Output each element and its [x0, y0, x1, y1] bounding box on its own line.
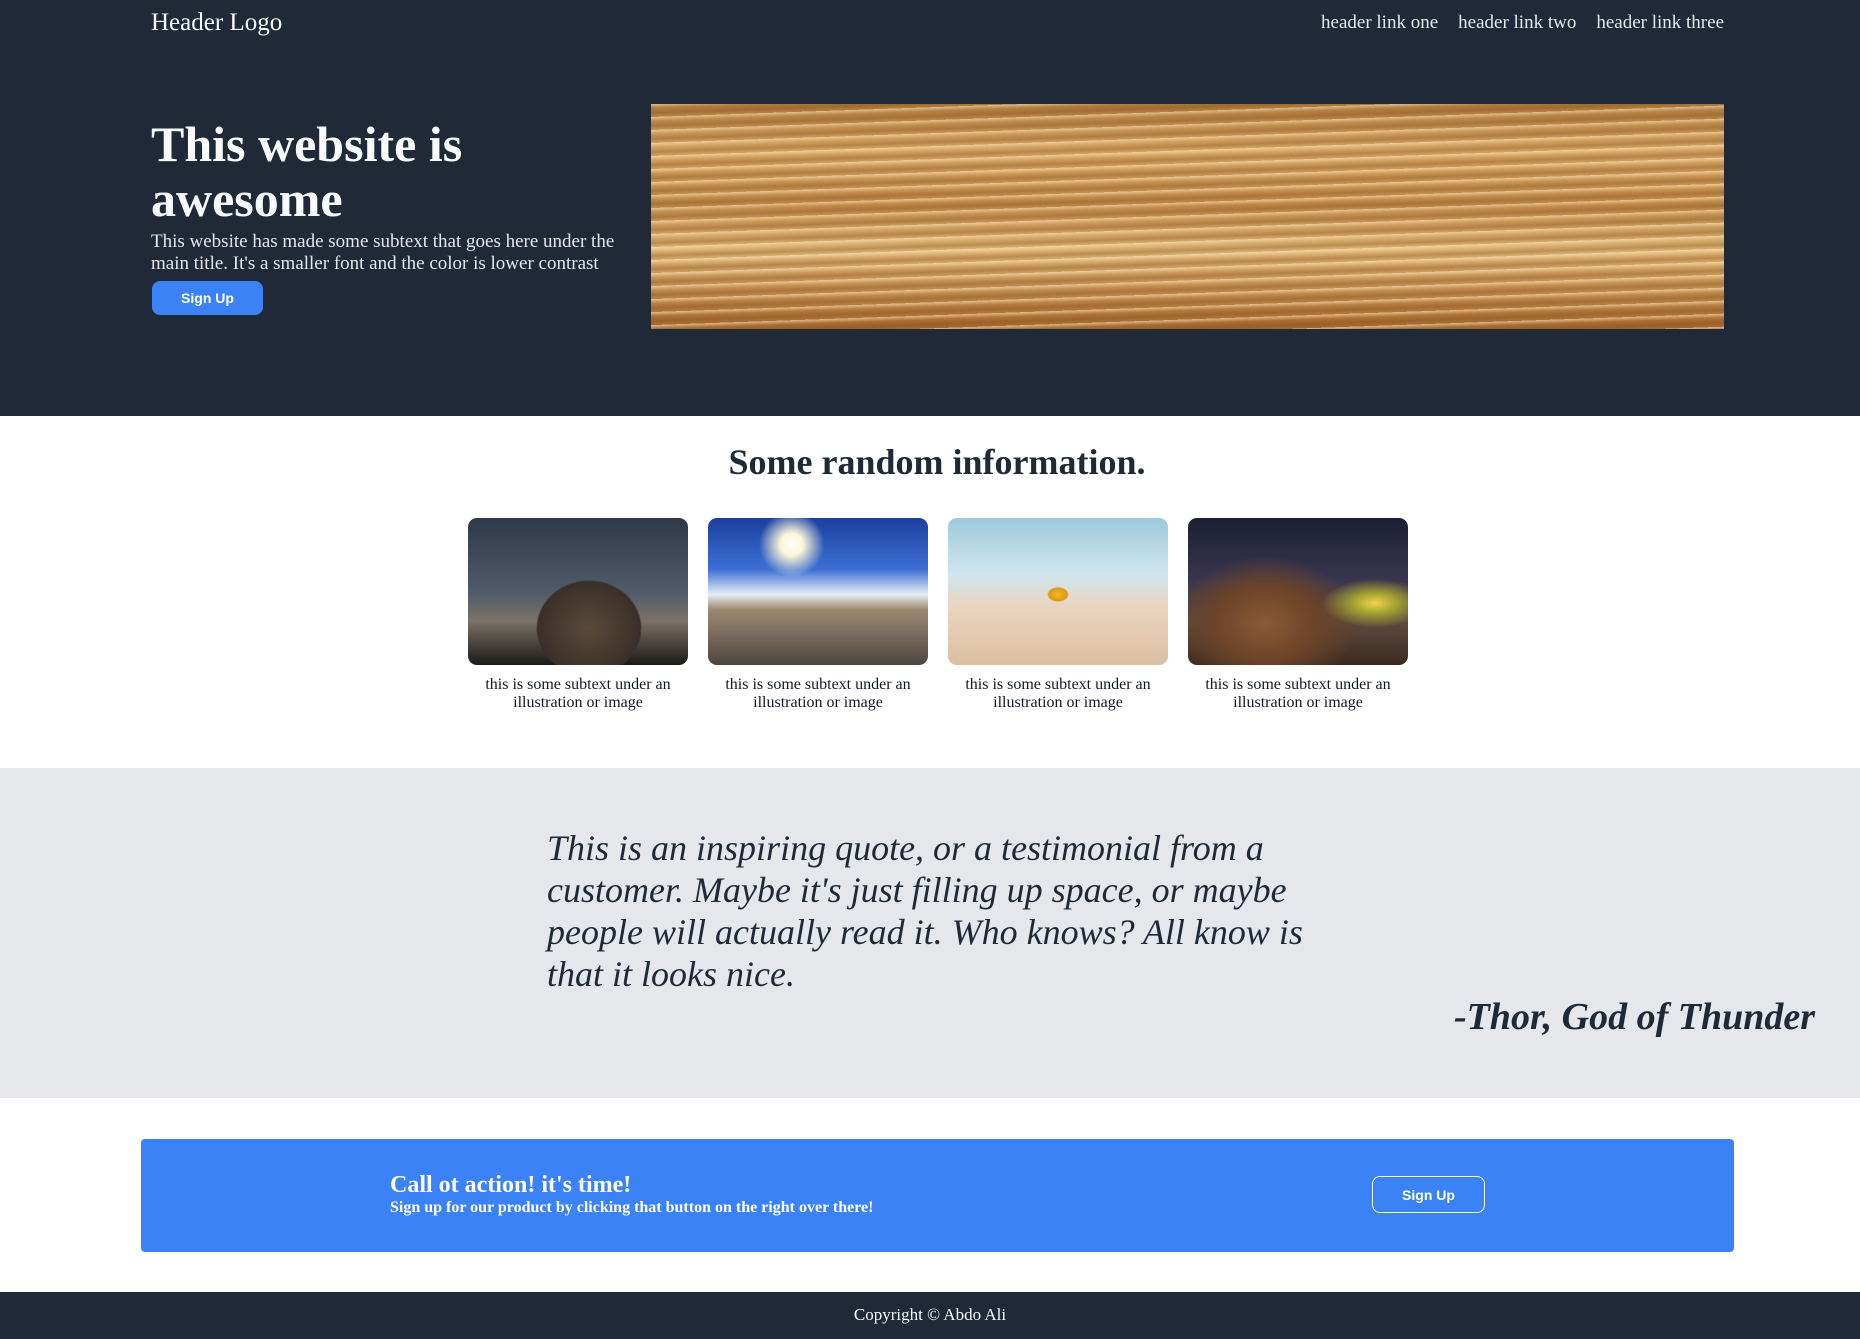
info-card: this is some subtext under an illustrati… [708, 518, 928, 712]
header-nav: header link one header link two header l… [1321, 11, 1724, 35]
header-link-one[interactable]: header link one [1321, 11, 1438, 35]
info-card: this is some subtext under an illustrati… [948, 518, 1168, 712]
card-subtext: this is some subtext under an illustrati… [1205, 676, 1391, 711]
header-logo[interactable]: Header Logo [151, 8, 282, 38]
card-subtext: this is some subtext under an illustrati… [725, 676, 911, 711]
testimonial-quote: This is an inspiring quote, or a testimo… [547, 828, 1303, 994]
info-card: this is some subtext under an illustrati… [468, 518, 688, 712]
hero-sign-up-button[interactable]: Sign Up [152, 281, 263, 315]
info-section-title: Some random information. [728, 442, 1146, 482]
quote-author: -Thor, God of Thunder [1453, 996, 1815, 1038]
cta-subtitle: Sign up for our product by clicking that… [390, 1199, 874, 1216]
hero-section: Header Logo header link one header link … [0, 0, 1860, 416]
hero-title: This website is awesome [151, 116, 463, 227]
header-link-two[interactable]: header link two [1458, 11, 1576, 35]
footer-copyright: Copyright © Abdo Ali [853, 1305, 1007, 1324]
cta-title: Call ot action! it's time! [390, 1172, 632, 1198]
card-image-desert-road [708, 518, 928, 665]
card-subtext: this is some subtext under an illustrati… [485, 676, 671, 711]
card-image-sphinx-night [1188, 518, 1408, 665]
header-link-three[interactable]: header link three [1596, 11, 1724, 35]
cta-sign-up-button[interactable]: Sign Up [1372, 1176, 1485, 1213]
card-image-star-trails [468, 518, 688, 665]
call-to-action-banner: Call ot action! it's time! Sign up for o… [141, 1139, 1734, 1252]
footer: Copyright © Abdo Ali [0, 1292, 1860, 1339]
card-image-toy-van-beach [948, 518, 1168, 665]
info-card: this is some subtext under an illustrati… [1188, 518, 1408, 712]
hero-subtitle: This website has made some subtext that … [151, 231, 615, 274]
hero-sand-image [651, 104, 1724, 329]
info-cards: this is some subtext under an illustrati… [468, 518, 1408, 712]
card-subtext: this is some subtext under an illustrati… [965, 676, 1151, 711]
